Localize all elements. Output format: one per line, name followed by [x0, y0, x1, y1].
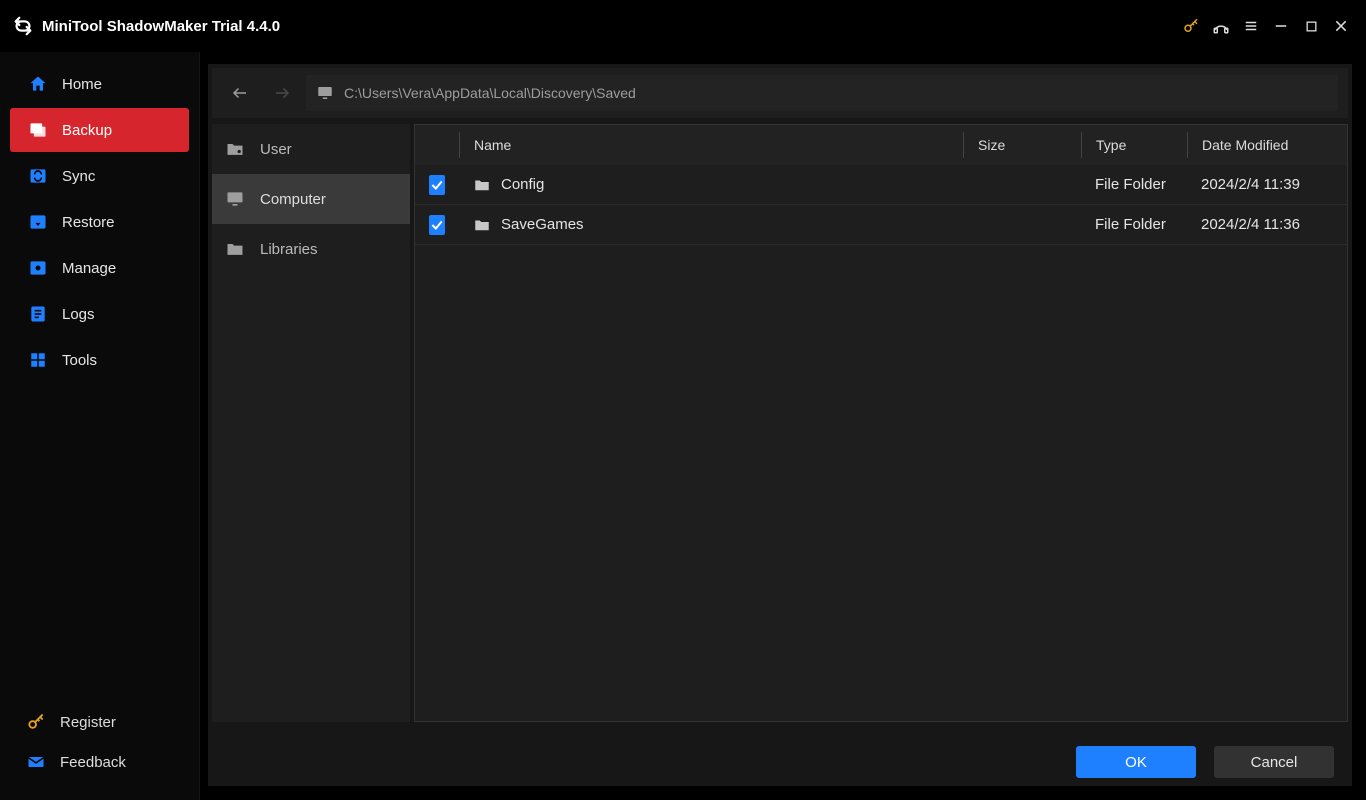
nav-label: Logs [62, 306, 95, 323]
col-type[interactable]: Type [1081, 132, 1187, 158]
path-text: C:\Users\Vera\AppData\Local\Discovery\Sa… [344, 85, 636, 101]
folder-icon [473, 176, 491, 194]
monitor-icon [316, 84, 334, 102]
tree-label: Computer [260, 191, 326, 208]
feedback-label: Feedback [60, 754, 126, 771]
sync-icon [28, 166, 48, 186]
logs-icon [28, 304, 48, 324]
app-title: MiniTool ShadowMaker Trial 4.4.0 [42, 18, 280, 35]
tree-libraries[interactable]: Libraries [212, 224, 410, 274]
tree-computer[interactable]: Computer [212, 174, 410, 224]
titlebar-maximize-icon[interactable] [1296, 11, 1326, 41]
nav-forward-button[interactable] [264, 75, 300, 111]
row-checkbox[interactable] [429, 215, 445, 235]
titlebar-close-icon[interactable] [1326, 11, 1356, 41]
ok-button[interactable]: OK [1076, 746, 1196, 778]
folder-icon [473, 216, 491, 234]
titlebar-minimize-icon[interactable] [1266, 11, 1296, 41]
mail-icon [26, 752, 46, 772]
file-type: File Folder [1081, 176, 1187, 193]
file-row[interactable]: SaveGames File Folder 2024/2/4 11:36 [415, 205, 1347, 245]
file-name: Config [501, 176, 544, 193]
file-modified: 2024/2/4 11:39 [1187, 176, 1347, 193]
cancel-button[interactable]: Cancel [1214, 746, 1334, 778]
nav-logs[interactable]: Logs [10, 292, 189, 336]
backup-icon [28, 120, 48, 140]
file-header: Name Size Type Date Modified [415, 125, 1347, 165]
nav-back-button[interactable] [222, 75, 258, 111]
nav-home[interactable]: Home [10, 62, 189, 106]
file-name: SaveGames [501, 216, 584, 233]
nav-backup[interactable]: Backup [10, 108, 189, 152]
home-icon [28, 74, 48, 94]
nav-restore[interactable]: Restore [10, 200, 189, 244]
title-bar: MiniTool ShadowMaker Trial 4.4.0 [0, 0, 1366, 52]
nav-label: Sync [62, 168, 95, 185]
titlebar-help-icon[interactable] [1206, 11, 1236, 41]
user-folder-icon [224, 138, 246, 160]
nav-manage[interactable]: Manage [10, 246, 189, 290]
sidebar: Home Backup Sync Restore [0, 52, 200, 800]
feedback-link[interactable]: Feedback [8, 742, 191, 782]
tree-user[interactable]: User [212, 124, 410, 174]
nav-label: Restore [62, 214, 115, 231]
file-row[interactable]: Config File Folder 2024/2/4 11:39 [415, 165, 1347, 205]
manage-icon [28, 258, 48, 278]
folder-tree: User Computer Libraries [212, 124, 410, 722]
tree-label: User [260, 141, 292, 158]
path-bar: C:\Users\Vera\AppData\Local\Discovery\Sa… [212, 68, 1348, 118]
register-label: Register [60, 714, 116, 731]
col-modified[interactable]: Date Modified [1187, 132, 1347, 158]
titlebar-key-icon[interactable] [1176, 11, 1206, 41]
nav-label: Tools [62, 352, 97, 369]
file-modified: 2024/2/4 11:36 [1187, 216, 1347, 233]
row-checkbox[interactable] [429, 175, 445, 195]
dialog-buttons: OK Cancel [208, 722, 1352, 786]
nav-label: Home [62, 76, 102, 93]
register-link[interactable]: Register [8, 702, 191, 742]
col-name[interactable]: Name [459, 132, 963, 158]
col-size[interactable]: Size [963, 132, 1081, 158]
restore-icon [28, 212, 48, 232]
nav-label: Backup [62, 122, 112, 139]
titlebar-menu-icon[interactable] [1236, 11, 1266, 41]
nav-label: Manage [62, 260, 116, 277]
tools-icon [28, 350, 48, 370]
libraries-icon [224, 238, 246, 260]
tree-label: Libraries [260, 241, 318, 258]
nav-sync[interactable]: Sync [10, 154, 189, 198]
key-icon [26, 712, 46, 732]
computer-icon [224, 188, 246, 210]
app-logo-icon [12, 15, 34, 37]
path-input[interactable]: C:\Users\Vera\AppData\Local\Discovery\Sa… [306, 75, 1338, 111]
file-list: Name Size Type Date Modified [414, 124, 1348, 722]
file-type: File Folder [1081, 216, 1187, 233]
content-panel: C:\Users\Vera\AppData\Local\Discovery\Sa… [208, 64, 1352, 786]
nav-tools[interactable]: Tools [10, 338, 189, 382]
